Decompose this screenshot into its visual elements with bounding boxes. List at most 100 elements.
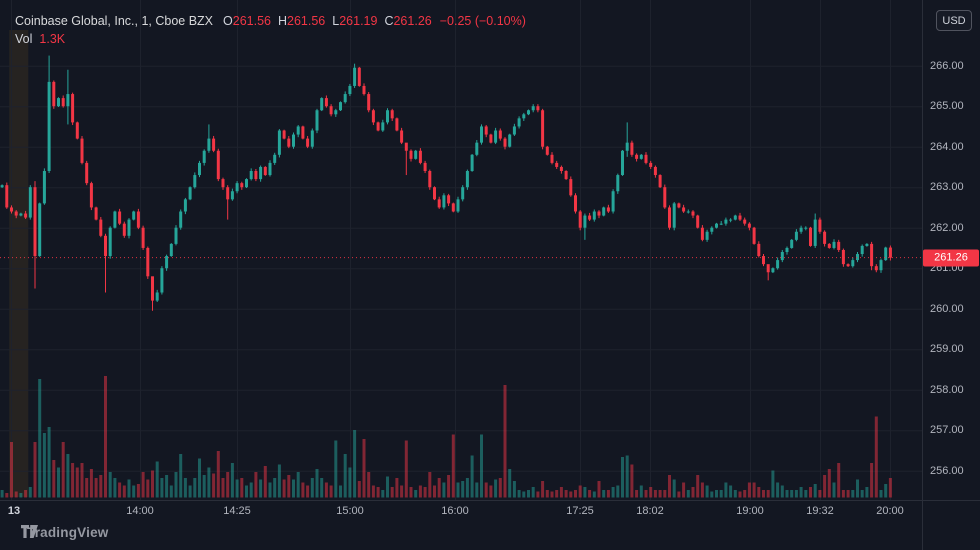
volume-bar [66,454,69,498]
volume-bar [330,486,333,498]
volume-bar [588,490,591,498]
volume-bar [518,490,521,498]
volume-bar [452,435,455,498]
candle-body [739,216,742,220]
volume-bar [99,475,102,498]
volume-bar [842,490,845,498]
candle-body [301,126,304,138]
candle-body [800,228,803,232]
volume-bar [485,483,488,498]
candle-body [621,151,624,175]
candle-body [513,126,516,134]
price-tick-label: 258.00 [930,384,964,396]
candle-body [696,216,699,228]
candle-body [10,207,13,211]
volume-bar [165,475,168,498]
candle-body [447,195,450,203]
currency-usd-button[interactable]: USD [936,10,972,31]
candle-body [207,139,210,151]
time-axis[interactable]: 1314:0014:2515:0016:0017:2518:0219:0019:… [0,501,980,523]
volume-bar [851,490,854,498]
candle-body [795,232,798,240]
candle-body [264,167,267,175]
volume-bar [706,486,709,498]
volume-bar [170,486,173,498]
volume-bar [311,478,314,498]
volume-bar [475,483,478,498]
volume-bar [696,475,699,498]
volume-bar [551,492,554,498]
symbol-row[interactable]: Coinbase Global, Inc., 1, Cboe BZX O261.… [15,13,526,30]
candle-body [569,179,572,195]
volume-bar [259,480,262,498]
volume-bar [316,469,319,498]
candle-body [24,214,27,218]
candle-body [118,212,121,224]
volume-bar [457,483,460,498]
candle-body [391,110,394,118]
volume-bar [175,472,178,498]
volume-bar [334,441,337,498]
volume-bar [532,487,535,498]
candle-body [240,183,243,187]
volume-bar [391,487,394,498]
volume-bar [884,484,887,498]
volume-bar [701,483,704,498]
volume-bar [466,478,469,498]
time-tick-label: 15:00 [336,505,364,517]
time-tick-label: 14:25 [223,505,251,517]
volume-bar [724,483,727,498]
chart-pane[interactable] [0,0,980,550]
candles-layer [1,56,892,311]
tradingview-attribution[interactable]: TradingView [21,525,108,540]
candle-body [457,199,460,211]
volume-bar [38,379,41,498]
volume-bar [522,492,525,498]
volume-bar [71,463,74,498]
volume-value: 1.3K [39,31,65,48]
price-axis[interactable]: 261.26 266.00265.00264.00263.00262.00261… [923,0,980,500]
candle-body [95,207,98,219]
volume-bar [184,478,187,498]
candle-body [76,122,79,138]
volume-bar [818,490,821,498]
candle-body [851,260,854,266]
candle-body [804,228,807,229]
volume-bar [447,475,450,498]
candle-body [786,248,789,252]
candle-body [489,135,492,143]
grid-layer [0,0,922,500]
time-tick-label: 18:02 [636,505,664,517]
candle-body [348,86,351,94]
close-label: C [384,13,393,30]
candle-body [485,126,488,134]
candle-body [137,212,140,228]
candle-body [269,163,272,175]
candle-body [48,82,51,171]
candle-body [579,212,582,228]
volume-bar [104,376,107,498]
volume-bar [24,490,27,498]
volume-bar [5,493,8,498]
candle-body [776,260,779,268]
candle-body [565,171,568,179]
volume-label: Vol [15,31,32,48]
candle-body [743,220,746,224]
candle-body [142,228,145,248]
candle-body [626,143,629,151]
volume-bar [1,490,4,498]
volume-bar [865,487,868,498]
volume-bar [85,478,88,498]
volume-bar [325,483,328,498]
candle-body [381,122,384,130]
candle-body [43,171,46,203]
volume-row[interactable]: Vol 1.3K [15,31,526,48]
candle-body [90,183,93,207]
candle-body [5,185,8,207]
symbol-title[interactable]: Coinbase Global, Inc., 1, Cboe BZX [15,13,213,30]
candle-body [814,220,817,246]
candle-body [212,139,215,151]
candle-body [494,131,497,143]
volume-bar [297,472,300,498]
volume-bar [283,480,286,498]
